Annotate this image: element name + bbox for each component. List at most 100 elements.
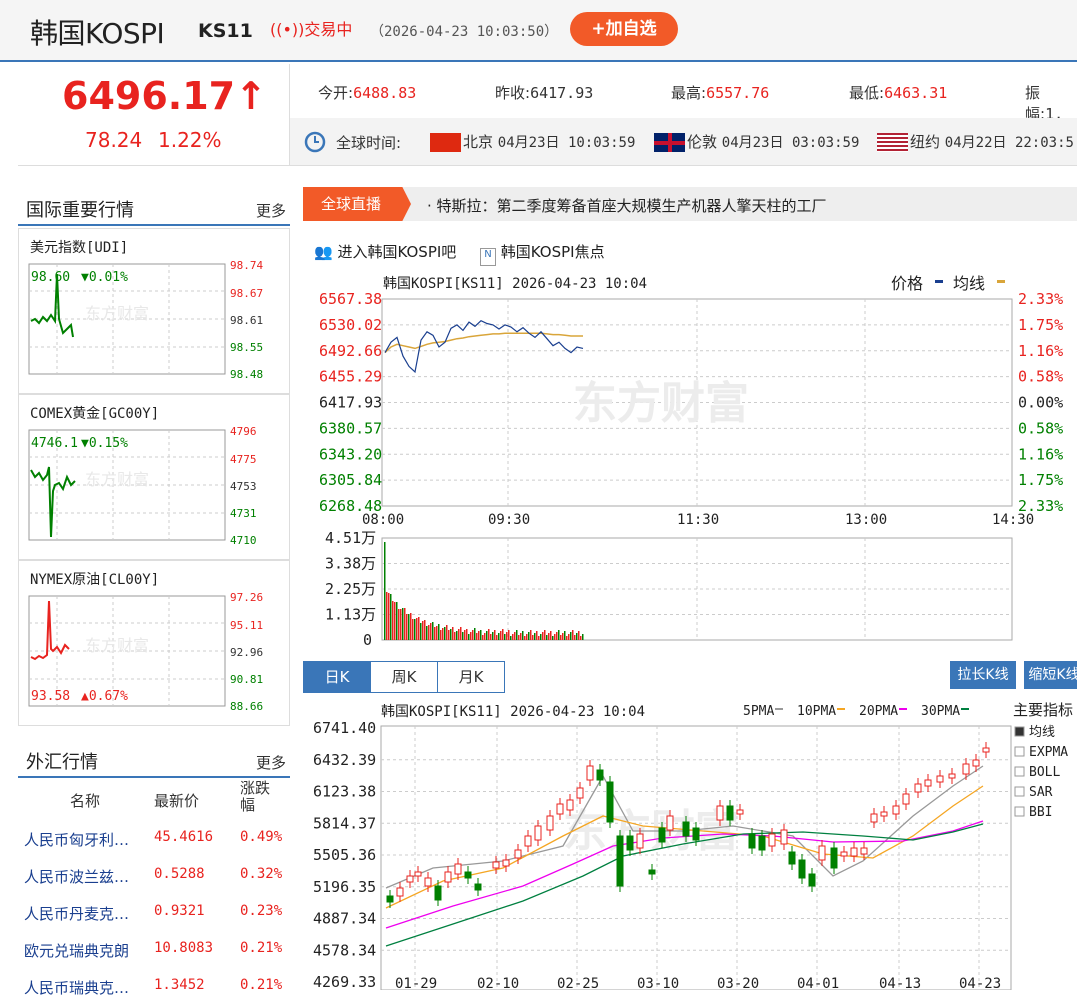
- svg-text:4796: 4796: [230, 425, 257, 438]
- volume-bar: [390, 594, 392, 640]
- indicator-label: BBI: [1029, 805, 1052, 820]
- svg-text:88.66: 88.66: [230, 700, 263, 713]
- ma-legend-label: 10PMA: [797, 704, 836, 719]
- k-y-tick-label: 6741.40: [313, 719, 376, 737]
- k-x-tick-label: 04-13: [879, 976, 921, 990]
- k-x-tick-label: 03-20: [717, 976, 759, 990]
- volume-bar: [420, 623, 422, 640]
- svg-text:98.67: 98.67: [230, 287, 263, 300]
- volume-bar: [478, 631, 480, 640]
- x-tick-label: 11:30: [677, 512, 719, 528]
- candle: [768, 833, 776, 847]
- svg-text:4710: 4710: [230, 534, 257, 547]
- svg-text:98.55: 98.55: [230, 341, 263, 354]
- focus-link[interactable]: N 韩国KOSPI焦点: [480, 241, 605, 266]
- candle: [788, 851, 796, 865]
- stat-prev-close: 昨收:6417.93: [495, 84, 594, 102]
- top-bar: 韩国KOSPI KS11 ((•))交易中 （2026-04-23 10:03:…: [0, 0, 1077, 62]
- volume-bar: [446, 625, 448, 640]
- volume-bar: [546, 635, 548, 640]
- volume-bar: [520, 633, 522, 640]
- y-tick-label: 6455.29: [319, 368, 382, 386]
- y-tick-label: 6380.57: [319, 419, 382, 437]
- fx-row[interactable]: 欧元兑瑞典克朗 10.8083 0.21%: [18, 931, 290, 967]
- forum-link[interactable]: 👥 进入韩国KOSPI吧: [314, 241, 456, 262]
- mini-chart-card[interactable]: 美元指数[UDI] 东方财富 98.60 ▼0.01% 98.74 98.67 9…: [18, 228, 290, 394]
- intl-market-header: 国际重要行情 更多: [18, 190, 290, 226]
- volume-bar: [426, 626, 428, 640]
- x-tick-label: 13:00: [845, 512, 887, 528]
- intl-more-link[interactable]: 更多: [256, 200, 286, 221]
- tab-day-k[interactable]: 日K: [303, 661, 371, 693]
- lengthen-k-button[interactable]: 拉长K线: [950, 661, 1016, 689]
- volume-bar: [432, 622, 434, 640]
- volume-bar: [556, 632, 558, 640]
- candle: [880, 811, 888, 817]
- volume-bar: [542, 632, 544, 640]
- legend-price-swatch: [935, 280, 943, 283]
- fx-name: 人民币波兰兹…: [24, 868, 130, 886]
- live-news-bar[interactable]: 全球直播 · 特斯拉：第二季度筹备首座大规模生产机器人擎天柱的工厂: [303, 187, 1077, 221]
- add-watchlist-button[interactable]: +加自选: [570, 12, 678, 46]
- volume-bar: [566, 636, 568, 640]
- mini-chart-card[interactable]: COMEX黄金[GC00Y] 东方财富 4746.1 ▼0.15% 4796 47…: [18, 394, 290, 560]
- tab-month-k[interactable]: 月K: [437, 661, 505, 693]
- volume-bar: [442, 628, 444, 640]
- ma-legend-swatch: [899, 708, 907, 710]
- volume-bar: [528, 632, 530, 640]
- volume-bar: [476, 633, 478, 640]
- volume-bar: [388, 593, 390, 640]
- candle: [692, 827, 700, 841]
- indicator-checkbox: [1014, 786, 1025, 797]
- shorten-k-button[interactable]: 缩短K线: [1024, 661, 1077, 689]
- indicator-title: 主要指标: [1013, 701, 1073, 719]
- mini-chart: 东方财富 98.60 ▼0.01% 98.74 98.67 98.61 98.55…: [28, 259, 263, 381]
- volume-bar: [454, 632, 456, 640]
- avg-line: [384, 332, 583, 354]
- volume-bar: [558, 630, 560, 640]
- volume-bar: [440, 630, 442, 640]
- candle: [566, 799, 574, 811]
- fx-row[interactable]: 人民币波兰兹… 0.5288 0.32%: [18, 857, 290, 893]
- volume-bar: [428, 625, 430, 640]
- tab-week-k[interactable]: 周K: [370, 661, 438, 693]
- fx-pct: 0.32%: [240, 866, 283, 882]
- live-news-text[interactable]: · 特斯拉：第二季度筹备首座大规模生产机器人擎天柱的工厂: [427, 195, 827, 216]
- volume-bar: [408, 614, 410, 640]
- fx-row[interactable]: 人民币匈牙利… 45.4616 0.49%: [18, 820, 290, 856]
- candle: [830, 847, 838, 869]
- candle: [596, 769, 604, 781]
- intraday-chart[interactable]: 韩国KOSPI[KS11] 2026-04-23 10:04 价格 均线 656…: [303, 268, 1077, 648]
- fx-row[interactable]: 人民币丹麦克… 0.9321 0.23%: [18, 894, 290, 930]
- fx-more-link[interactable]: 更多: [256, 752, 286, 773]
- kline-chart[interactable]: 韩国KOSPI[KS11] 2026-04-23 10:04 5PMA 10PMA…: [303, 696, 1077, 990]
- y-tick-label: 6530.02: [319, 316, 382, 334]
- volume-bar: [536, 631, 538, 640]
- indicator-checkbox: [1014, 726, 1025, 737]
- volume-bar: [470, 632, 472, 640]
- x-tick-label: 08:00: [362, 512, 404, 528]
- card-change: ▼0.15%: [81, 436, 128, 451]
- candle: [576, 787, 584, 799]
- volume-bar: [496, 635, 498, 640]
- card-change: ▲0.67%: [81, 689, 128, 704]
- candle: [492, 861, 500, 869]
- volume-bar: [486, 631, 488, 640]
- svg-text:98.61: 98.61: [230, 314, 263, 327]
- candle: [860, 847, 868, 855]
- card-last: 98.60: [31, 270, 70, 285]
- last-price: 6496.17↑: [62, 74, 267, 118]
- volume-bar: [482, 635, 484, 640]
- indicator-label: BOLL: [1029, 765, 1060, 780]
- k-y-tick-label: 4578.34: [313, 941, 376, 959]
- candle: [444, 871, 452, 883]
- mini-chart-card[interactable]: NYMEX原油[CL00Y] 东方财富 93.58 ▲0.67% 97.26 95…: [18, 560, 290, 726]
- fx-row[interactable]: 人民币瑞典克… 1.3452 0.21%: [18, 968, 290, 1004]
- stat-open: 今开:6488.83: [318, 84, 417, 102]
- price-change: 78.24: [85, 128, 143, 152]
- volume-bar: [512, 634, 514, 640]
- candle: [840, 851, 848, 857]
- volume-bar: [582, 634, 584, 640]
- svg-text:4775: 4775: [230, 453, 257, 466]
- fx-name: 人民币匈牙利…: [24, 831, 130, 849]
